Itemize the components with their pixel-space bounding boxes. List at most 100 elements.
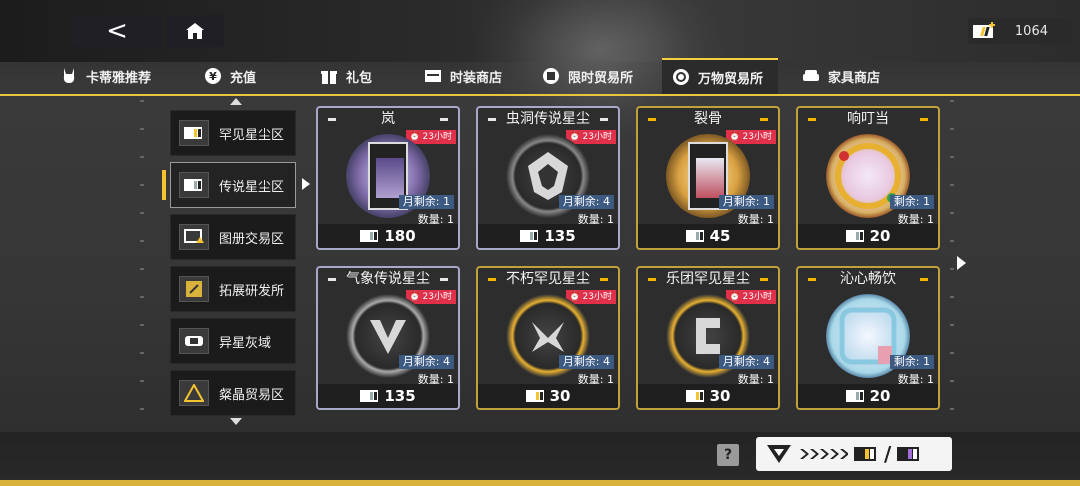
help-button[interactable]: ?: [717, 444, 739, 466]
back-button[interactable]: <: [72, 15, 162, 47]
right-border-decoration: [950, 100, 954, 430]
category-sidebar: 罕见星尘区 传说星尘区 图册交易区 拓展研发所 异星灰域 粲晶贸易区: [170, 98, 296, 426]
monthly-remaining: 月剩余: 4: [558, 195, 614, 209]
item-title: 虫洞传说星尘: [506, 111, 590, 127]
sidebar-item-label: 粲晶贸易区: [219, 387, 285, 403]
tab-limited-trade[interactable]: 限时贸易所: [532, 58, 643, 94]
home-icon: [186, 23, 204, 39]
sofa-icon: [802, 67, 820, 85]
card-currency-icon: [525, 390, 544, 402]
price-value: 135: [544, 227, 576, 245]
price-value: 20: [869, 227, 891, 245]
sidebar-item-rare-stardust[interactable]: 罕见星尘区: [170, 110, 296, 156]
gift-icon: [320, 67, 338, 85]
card-currency-icon: [520, 230, 539, 242]
tab-universal-trade[interactable]: 万物贸易所: [662, 58, 778, 94]
currency-value: 1064: [1014, 23, 1048, 39]
tab-katya-recommend[interactable]: 卡蒂雅推荐: [50, 58, 161, 94]
yen-icon: ¥: [204, 67, 222, 85]
item-price: 20: [798, 224, 938, 248]
monthly-remaining: 月剩余: 4: [398, 355, 454, 369]
shop-item-card[interactable]: 乐团罕见星尘 ⏰ 23小时 月剩余: 4 数量: 1 30: [636, 266, 780, 410]
tab-bar: 卡蒂雅推荐 ¥ 充值 礼包 时装商店 限时贸易所 万物贸易所 家具商店: [0, 58, 1080, 94]
item-price: 180: [318, 224, 458, 248]
sidebar-item-alien-zone[interactable]: 异星灰域: [170, 318, 296, 364]
tab-furniture-store[interactable]: 家具商店: [792, 58, 890, 94]
sidebar-item-crystal-trade[interactable]: 粲晶贸易区: [170, 370, 296, 416]
item-price: 135: [478, 224, 618, 248]
price-value: 20: [869, 387, 891, 405]
remaining: 剩余: 1: [889, 195, 934, 209]
shop-icon: [542, 67, 560, 85]
item-title: 响叮当: [847, 111, 889, 127]
shop-item-card[interactable]: 岚 ⏰ 23小时 月剩余: 1 数量: 1 180: [316, 106, 460, 250]
cycle-icon: [672, 68, 690, 86]
triangle-icon: [179, 380, 209, 406]
shop-item-card[interactable]: 响叮当 剩余: 1 数量: 1 20: [796, 106, 940, 250]
monthly-remaining: 月剩余: 1: [718, 195, 774, 209]
sidebar-item-label: 罕见星尘区: [219, 127, 285, 143]
card-currency-icon: [685, 230, 704, 242]
scroll-up-icon[interactable]: [230, 98, 242, 105]
shop-item-card[interactable]: 不朽罕见星尘 ⏰ 23小时 月剩余: 4 数量: 1 30: [476, 266, 620, 410]
item-title: 不朽罕见星尘: [506, 271, 590, 287]
next-page-arrow-icon[interactable]: [957, 256, 966, 270]
remaining: 剩余: 1: [889, 355, 934, 369]
card-currency-icon: [845, 230, 864, 242]
tab-underline: [0, 94, 1080, 96]
svg-text:¥: ¥: [209, 70, 217, 83]
tab-label: 万物贸易所: [698, 71, 764, 87]
sidebar-item-label: 异星灰域: [219, 335, 272, 351]
scroll-down-icon[interactable]: [230, 418, 242, 425]
price-value: 135: [384, 387, 416, 405]
shop-item-card[interactable]: 虫洞传说星尘 ⏰ 23小时 月剩余: 4 数量: 1 135: [476, 106, 620, 250]
sidebar-item-legend-stardust[interactable]: 传说星尘区: [170, 162, 296, 208]
shop-item-card[interactable]: 气象传说星尘 ⏰ 23小时 月剩余: 4 数量: 1 135: [316, 266, 460, 410]
wardrobe-icon: [424, 67, 442, 85]
tab-recharge[interactable]: ¥ 充值: [194, 58, 266, 94]
bottom-accent-strip: [0, 480, 1080, 486]
currency-exchange-button[interactable]: /: [756, 437, 952, 471]
shop-item-card[interactable]: 裂骨 ⏰ 23小时 月剩余: 1 数量: 1 45: [636, 106, 780, 250]
tab-gift-pack[interactable]: 礼包: [310, 58, 382, 94]
tab-label: 时装商店: [450, 70, 503, 86]
back-icon: <: [106, 16, 128, 46]
card-currency-icon: [360, 230, 379, 242]
tab-label: 家具商店: [828, 70, 881, 86]
sidebar-item-label: 传说星尘区: [219, 179, 285, 195]
card-currency-icon: [845, 390, 864, 402]
item-title: 沁心畅饮: [840, 271, 896, 287]
tab-fashion-store[interactable]: 时装商店: [414, 58, 512, 94]
card-icon: [179, 172, 209, 198]
card-icon: [179, 120, 209, 146]
home-button[interactable]: [166, 15, 224, 47]
sidebar-item-album-trade[interactable]: 图册交易区: [170, 214, 296, 260]
card-currency-icon: [973, 22, 995, 38]
tab-label: 卡蒂雅推荐: [86, 70, 152, 86]
currency-display[interactable]: 1064: [968, 18, 1072, 44]
shop-screen: < 1064 卡蒂雅推荐 ¥ 充值 礼包 时装商店 限时贸易所 万物贸易所 家具…: [0, 0, 1080, 486]
item-title: 裂骨: [694, 111, 722, 127]
bunny-icon: [60, 67, 78, 85]
tab-label: 限时贸易所: [568, 70, 634, 86]
triangle-logo-icon: [767, 445, 791, 463]
character-image: [376, 158, 404, 198]
exchange-divider: /: [884, 442, 892, 466]
chevrons-icon: [800, 449, 848, 459]
item-price: 30: [478, 384, 618, 408]
research-icon: [179, 276, 209, 302]
sidebar-item-research[interactable]: 拓展研发所: [170, 266, 296, 312]
card-currency-icon: [685, 390, 704, 402]
price-value: 180: [384, 227, 416, 245]
timer-text: 23小时: [422, 132, 452, 142]
alien-zone-icon: [179, 328, 209, 354]
item-price: 45: [638, 224, 778, 248]
item-title: 乐团罕见星尘: [666, 271, 750, 287]
card-currency-icon: [360, 390, 379, 402]
tab-label: 充值: [230, 70, 257, 86]
item-title: 气象传说星尘: [346, 271, 430, 287]
monthly-remaining: 月剩余: 4: [558, 355, 614, 369]
shop-item-card[interactable]: 沁心畅饮 剩余: 1 数量: 1 20: [796, 266, 940, 410]
active-category-marker: [162, 170, 166, 200]
item-price: 135: [318, 384, 458, 408]
